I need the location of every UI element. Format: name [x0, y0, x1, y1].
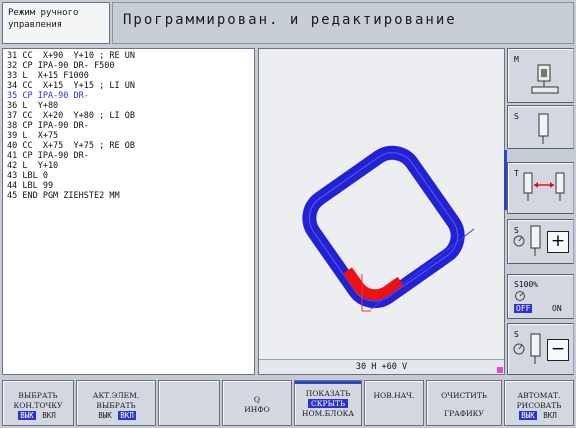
program-line[interactable]: 31 CC X+90 Y+10 ; RE UN [7, 51, 254, 61]
new-start-softkey[interactable]: НОВ.НАЧ. [364, 380, 424, 426]
toggle-on-state: ВКЛ [543, 411, 557, 420]
softkey-line: РИСОВАТЬ [516, 401, 562, 410]
tool-t-button[interactable]: T [507, 162, 574, 214]
s3-label: S [514, 330, 519, 339]
softkey-line: ВЫБРАТЬ [18, 391, 58, 400]
toggle-on-state: ВКЛ [42, 411, 56, 420]
program-line[interactable]: 37 CC X+20 Y+80 ; LI OB [7, 111, 254, 121]
show-hide-block-number-softkey[interactable]: ПОКАЗАТЬ СКРЫТЬ НОМ.БЛОКА [294, 380, 362, 426]
program-listing[interactable]: 31 CC X+90 Y+10 ; RE UN 32 CP IPA-90 DR- … [2, 48, 255, 375]
contour-graphic [302, 145, 475, 312]
softkey-bar: ВЫБРАТЬ КОН.ТОЧКУ ВЫК ВКЛ АКТ.ЭЛЕМ. ВЫБР… [0, 377, 576, 428]
tool-path-group [302, 145, 465, 309]
minus-icon: − [547, 339, 569, 361]
program-line[interactable]: 42 L Y+10 [7, 161, 254, 171]
softkey-line: АКТ.ЭЛЕМ. [92, 391, 140, 400]
toggle-off-state: ВЫК [519, 411, 537, 420]
override-label: S100% [514, 280, 539, 289]
program-line[interactable]: 35 CP IPA-90 DR- [7, 91, 254, 101]
softkey-line: ИНФО [244, 405, 270, 414]
select-active-element-softkey[interactable]: АКТ.ЭЛЕМ. ВЫБРАТЬ ВЫК ВКЛ [76, 380, 156, 426]
tool-change-icon [523, 172, 565, 201]
spindle-icon [530, 333, 541, 364]
auto-draw-softkey[interactable]: АВТОМАТ. РИСОВАТЬ ВЫК ВКЛ [504, 380, 574, 426]
cnc-screen: Режим ручного управления Программирован.… [0, 0, 576, 428]
spindle-override-button[interactable]: S100% OFF ON [507, 274, 574, 319]
program-line[interactable]: 43 LBL 0 [7, 171, 254, 181]
empty-softkey[interactable] [158, 380, 220, 426]
machine-icon [531, 64, 559, 94]
position-readout: 30 H +60 V [259, 359, 504, 374]
program-line[interactable]: 38 CP IPA-90 DR- [7, 121, 254, 131]
speed-knob-icon [513, 343, 525, 355]
m-label: M [514, 55, 519, 64]
q-info-softkey[interactable]: Q ИНФО [222, 380, 292, 426]
override-on-state: ON [552, 304, 562, 313]
operating-mode-indicator[interactable]: Режим ручного управления [2, 2, 110, 44]
plus-icon: + [547, 231, 569, 253]
spindle-icon [538, 113, 549, 144]
override-knob-icon [515, 291, 525, 301]
s-label: S [514, 112, 519, 121]
softkey-line: ПОКАЗАТЬ [305, 389, 351, 398]
tool-path [302, 145, 465, 309]
override-off-state: OFF [514, 304, 533, 313]
toggle-on-state: ВКЛ [118, 411, 136, 420]
page-title: Программирован. и редактирование [112, 2, 574, 44]
approach-line [370, 228, 475, 310]
program-line[interactable]: 40 CC X+75 Y+75 ; RE OB [7, 141, 254, 151]
program-line[interactable]: 45 END PGM ZIEHSTE2 MM [7, 191, 254, 201]
toggle-off-state: ВЫК [98, 411, 112, 420]
softkey-line: ВЫБРАТЬ [96, 401, 136, 410]
program-line[interactable]: 32 CP IPA-90 DR- F500 [7, 61, 254, 71]
program-line[interactable]: 34 CC X+15 Y+15 ; LI UN [7, 81, 254, 91]
clear-graphics-softkey[interactable]: ОЧИСТИТЬ ГРАФИКУ [426, 380, 502, 426]
machine-function-m-button[interactable]: M [507, 48, 574, 103]
program-line[interactable]: 44 LBL 99 [7, 181, 254, 191]
t-label: T [514, 169, 519, 178]
program-line[interactable]: 41 CP IPA-90 DR- [7, 151, 254, 161]
select-end-point-softkey[interactable]: ВЫБРАТЬ КОН.ТОЧКУ ВЫК ВКЛ [2, 380, 74, 426]
softkey-line: Q [253, 395, 261, 404]
spindle-s-button[interactable]: S [507, 105, 574, 149]
softkey-line: НОМ.БЛОКА [301, 409, 355, 418]
softkey-line: ОЧИСТИТЬ [441, 391, 487, 400]
toggle-off-state: ВЫК [18, 411, 36, 420]
program-lines-list: 31 CC X+90 Y+10 ; RE UN 32 CP IPA-90 DR- … [3, 49, 254, 201]
spindle-speed-minus-button[interactable]: S − [507, 323, 574, 375]
spindle-speed-plus-button[interactable]: S + [507, 219, 574, 264]
speed-knob-icon [513, 235, 525, 247]
program-line[interactable]: 36 L Y+80 [7, 101, 254, 111]
programming-graphics[interactable]: 30 H +60 V [258, 48, 505, 375]
mode-line-1: Режим ручного [8, 8, 79, 18]
program-line[interactable]: 33 L X+15 F1000 [7, 71, 254, 81]
active-softkey-indicator [295, 381, 361, 384]
tool-path-inner-line [308, 152, 459, 302]
side-softkey-column: M S T S + S100% OFF ON S − [504, 48, 574, 375]
softkey-line: ГРАФИКУ [444, 409, 484, 418]
softkey-line: НОВ.НАЧ. [373, 391, 415, 400]
softkey-line: КОН.ТОЧКУ [13, 401, 63, 410]
spindle-icon [530, 225, 541, 256]
corner-marker [497, 367, 503, 373]
softkey-active-option: СКРЫТЬ [307, 399, 349, 408]
softkey-line: АВТОМАТ. [517, 391, 561, 400]
mode-line-2: управления [8, 20, 63, 30]
program-line[interactable]: 39 L X+75 [7, 131, 254, 141]
